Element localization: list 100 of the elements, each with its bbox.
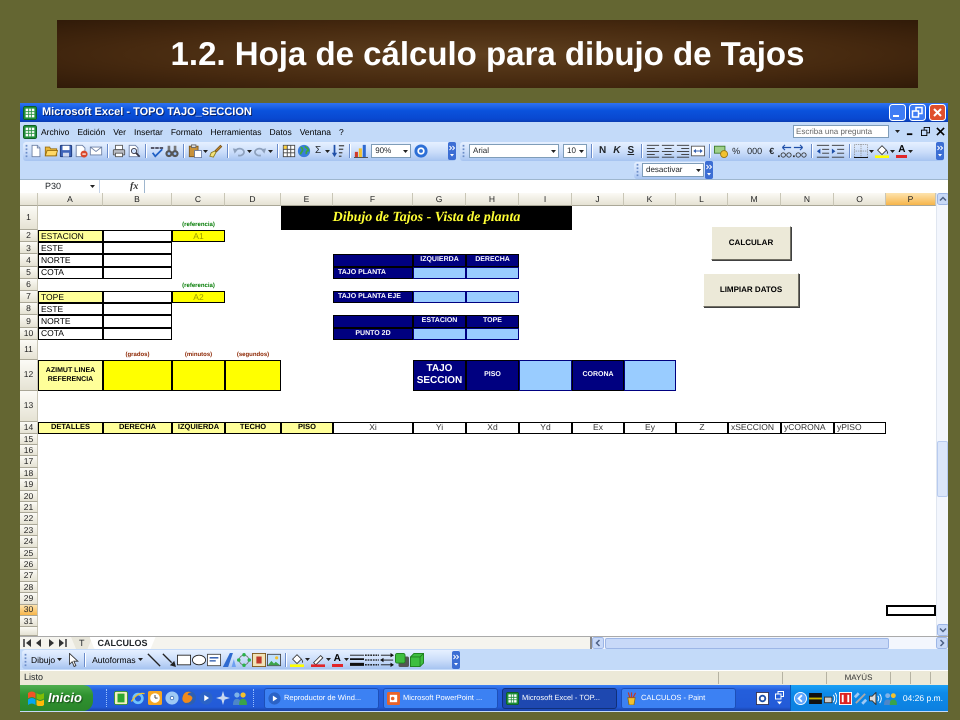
- input-cell[interactable]: [103, 303, 172, 316]
- thousands-button[interactable]: 000: [744, 144, 766, 158]
- caret-icon[interactable]: [344, 658, 349, 661]
- binoculars-icon[interactable]: [165, 144, 179, 158]
- row-header[interactable]: 27: [20, 570, 38, 582]
- input-cell[interactable]: [519, 360, 572, 391]
- row-header[interactable]: 23: [20, 524, 38, 536]
- fill-color-icon[interactable]: [290, 652, 304, 666]
- row-header[interactable]: 22: [20, 513, 38, 525]
- cube-icon[interactable]: [410, 652, 424, 666]
- clipboard-icon[interactable]: [188, 144, 202, 158]
- bold-button[interactable]: N: [596, 144, 610, 158]
- align-center-icon[interactable]: [661, 144, 676, 158]
- caret-icon[interactable]: [57, 658, 62, 661]
- paintbrush-icon[interactable]: [209, 144, 223, 158]
- align-left-icon[interactable]: [646, 144, 660, 158]
- row-header[interactable]: 3: [20, 242, 38, 254]
- arrow-style-icon[interactable]: [380, 652, 394, 666]
- sheet-button[interactable]: LIMPIAR DATOS: [703, 273, 799, 307]
- row-header[interactable]: 18: [20, 468, 38, 480]
- input-cell[interactable]: [103, 230, 172, 242]
- row-header[interactable]: 29: [20, 593, 38, 605]
- row-header[interactable]: 20: [20, 490, 38, 502]
- row-header[interactable]: 24: [20, 536, 38, 548]
- underline-button[interactable]: S: [624, 144, 638, 158]
- fill-color-icon[interactable]: [875, 144, 890, 158]
- input-cell[interactable]: [624, 360, 676, 391]
- row-header[interactable]: 1: [20, 206, 38, 230]
- line-color-icon[interactable]: [310, 652, 325, 666]
- input-cell[interactable]: [413, 328, 466, 340]
- scroll-left-icon[interactable]: [592, 637, 604, 649]
- column-header[interactable]: I: [519, 193, 572, 206]
- row-header[interactable]: 26: [20, 558, 38, 570]
- merge-center-icon[interactable]: [691, 144, 706, 158]
- row-header[interactable]: 16: [20, 445, 38, 456]
- caret-icon[interactable]: [325, 150, 330, 152]
- clock-icon[interactable]: [148, 691, 162, 705]
- menu-item[interactable]: Ver: [109, 126, 130, 138]
- scroll-down-icon[interactable]: [936, 624, 948, 636]
- input-cell[interactable]: [413, 266, 466, 279]
- row-header[interactable]: 9: [20, 315, 38, 328]
- column-header[interactable]: C: [172, 193, 225, 206]
- row-header[interactable]: 4: [20, 254, 38, 267]
- macro-dropdown[interactable]: desactivar: [642, 163, 704, 177]
- caret-icon[interactable]: [90, 185, 95, 188]
- sheet-tab[interactable]: T: [71, 637, 92, 649]
- input-cell[interactable]: [103, 242, 172, 254]
- display-icon[interactable]: [808, 692, 822, 704]
- sheet-button[interactable]: CALCULAR: [711, 226, 791, 260]
- caret-icon[interactable]: [268, 150, 273, 152]
- toolbar-options-icon[interactable]: [448, 142, 456, 160]
- column-header[interactable]: O: [834, 193, 886, 206]
- line-style-icon[interactable]: [350, 652, 364, 666]
- input-cell[interactable]: [103, 254, 172, 267]
- row-header[interactable]: 2: [20, 230, 38, 242]
- autosum-button[interactable]: Σ: [312, 144, 324, 158]
- next-sheet-icon[interactable]: [47, 639, 55, 647]
- scroll-thumb[interactable]: [937, 441, 948, 497]
- people-icon[interactable]: [233, 691, 247, 705]
- input-cell[interactable]: [413, 290, 466, 304]
- caret-icon[interactable]: [247, 150, 252, 152]
- restore-icon[interactable]: [921, 127, 930, 136]
- column-header[interactable]: E: [281, 193, 333, 206]
- vertical-scrollbar[interactable]: [936, 193, 948, 636]
- swirl-icon[interactable]: [131, 691, 145, 705]
- picture-icon[interactable]: [266, 652, 281, 666]
- font-dropdown[interactable]: Arial: [469, 144, 559, 158]
- input-cell[interactable]: [103, 328, 172, 340]
- column-header[interactable]: F: [333, 193, 413, 206]
- printer-icon[interactable]: [112, 144, 126, 158]
- input-cell[interactable]: [103, 266, 172, 279]
- rectangle-icon[interactable]: [176, 652, 191, 666]
- restore-icon[interactable]: [774, 691, 784, 705]
- grip-icon[interactable]: [636, 163, 639, 177]
- column-header[interactable]: G: [413, 193, 466, 206]
- row-header[interactable]: 6: [20, 278, 38, 291]
- pointer-icon[interactable]: [66, 652, 80, 666]
- currency-icon[interactable]: [714, 144, 728, 158]
- help-icon[interactable]: [756, 692, 769, 704]
- shadow-icon[interactable]: [394, 652, 409, 666]
- row-header[interactable]: 10: [20, 328, 38, 340]
- scroll-thumb[interactable]: [605, 638, 889, 648]
- toolbar-options-icon[interactable]: [705, 161, 713, 179]
- input-cell[interactable]: [103, 315, 172, 328]
- caret-icon[interactable]: [304, 658, 310, 661]
- arrow-icon[interactable]: [162, 652, 176, 666]
- row-header[interactable]: 8: [20, 303, 38, 316]
- zoom-dropdown[interactable]: 90%: [371, 144, 412, 158]
- menu-item[interactable]: Ventana: [296, 126, 335, 138]
- row-header[interactable]: 28: [20, 582, 38, 594]
- input-cell[interactable]: [172, 360, 225, 391]
- spreadsheet-icon[interactable]: [23, 124, 37, 138]
- horizontal-scrollbar[interactable]: [590, 637, 948, 649]
- insert-function-button[interactable]: fx: [130, 180, 138, 192]
- row-header[interactable]: 13: [20, 390, 38, 422]
- network-icon[interactable]: [824, 692, 837, 704]
- print-preview-icon[interactable]: [127, 144, 141, 158]
- row-header[interactable]: 15: [20, 434, 38, 446]
- menu-item[interactable]: ?: [334, 126, 348, 138]
- new-document-icon[interactable]: [29, 144, 43, 158]
